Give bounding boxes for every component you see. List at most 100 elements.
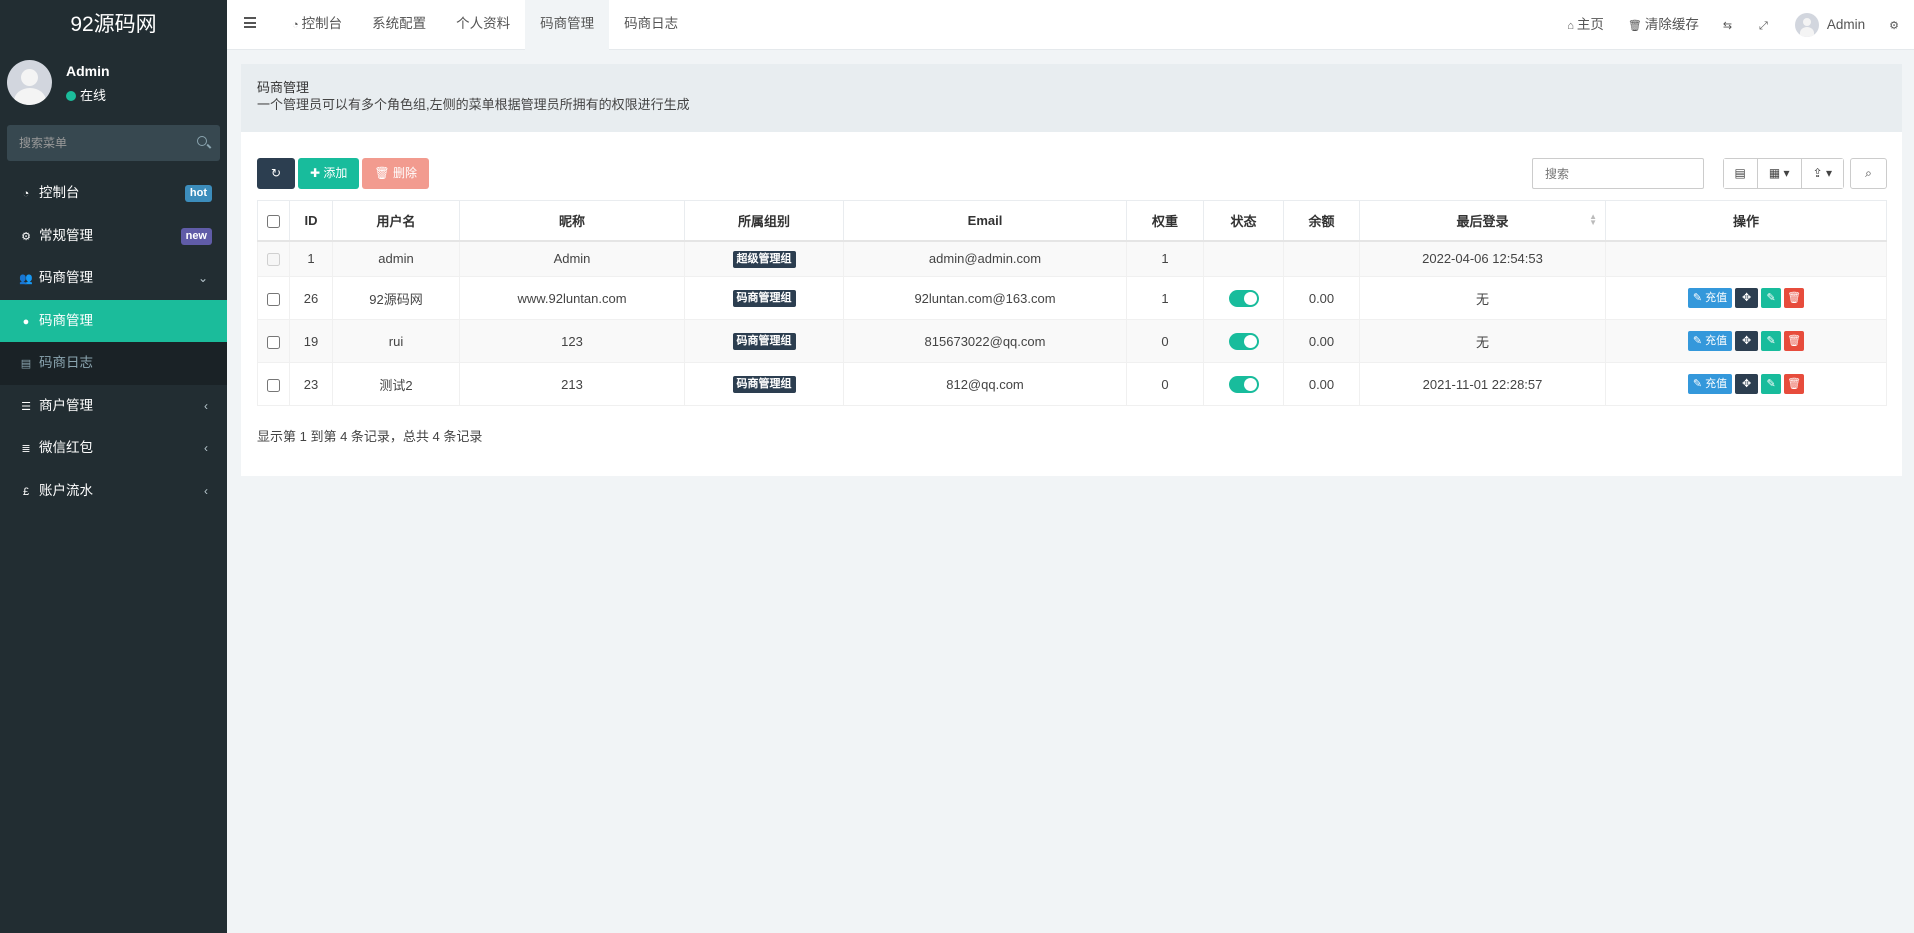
sidebar-item-dashboard[interactable]: ◔ 控制台 hot	[0, 172, 227, 215]
sidebar-item-merchant-manage[interactable]: ● 码商管理	[0, 299, 227, 342]
row-checkbox[interactable]	[267, 378, 280, 392]
delete-row-button[interactable]: 🗑	[1784, 331, 1805, 351]
select-all-checkbox[interactable]	[267, 214, 280, 228]
col-last-login[interactable]: 最后登录 ▲ ▼	[1359, 200, 1606, 242]
user-menu[interactable]: Admin	[1783, 0, 1877, 50]
status-toggle[interactable]	[1228, 375, 1259, 393]
home-icon: ⌂	[1567, 20, 1574, 32]
clear-cache-button[interactable]: 🗑 清除缓存	[1616, 0, 1711, 50]
col-id[interactable]: ID	[289, 200, 333, 242]
chevron-left-icon: ‹	[204, 441, 208, 455]
list-icon: ☰	[21, 400, 31, 413]
drag-button[interactable]: ✥	[1735, 288, 1759, 308]
sidebar-item-label: 控制台	[39, 185, 80, 200]
sidebar-item-general[interactable]: ⚙ 常规管理 new	[0, 215, 227, 258]
delete-row-button[interactable]: 🗑	[1784, 374, 1805, 394]
arrows-icon: ✥	[1742, 292, 1752, 304]
sidebar-search-input[interactable]	[7, 125, 220, 161]
tab-profile[interactable]: 个人资料	[441, 0, 525, 50]
cell-id: 23	[289, 362, 333, 406]
charge-icon: ✎	[1692, 292, 1706, 304]
col-balance[interactable]: 余额	[1283, 200, 1360, 242]
cell-weight: 1	[1126, 276, 1204, 320]
cell-weight: 0	[1126, 362, 1204, 406]
edit-button[interactable]: ✎	[1761, 331, 1782, 351]
charge-button[interactable]: ✎ 充值	[1687, 288, 1733, 308]
cell-nickname: Admin	[459, 240, 685, 277]
group-badge: 码商管理组	[732, 333, 796, 350]
search-icon: ⌕	[1865, 166, 1872, 180]
select-all-cell	[257, 200, 290, 242]
toggle-view-button[interactable]: ▤	[1723, 159, 1758, 188]
tab-dashboard[interactable]: ◔ 控制台	[277, 0, 357, 50]
search-icon[interactable]	[197, 136, 207, 146]
cell-status	[1203, 362, 1284, 406]
charge-button[interactable]: ✎ 充值	[1687, 374, 1733, 394]
page-title: 码商管理	[257, 80, 310, 95]
list-alt-icon: ▤	[20, 358, 32, 370]
tab-merchant-manage[interactable]: 码商管理	[525, 0, 610, 50]
sidebar-item-merchant-log[interactable]: ▤ 码商日志	[0, 342, 227, 385]
menu-toggle-icon[interactable]	[244, 17, 256, 28]
content-panel: 码商管理 一个管理员可以有多个角色组,左侧的菜单根据管理员所拥有的权限进行生成 …	[241, 64, 1902, 476]
chevron-down-icon: ⌄	[197, 271, 208, 285]
col-group[interactable]: 所属组别	[684, 200, 844, 242]
edit-button[interactable]: ✎	[1761, 288, 1782, 308]
col-email[interactable]: Email	[843, 200, 1127, 242]
search-button[interactable]: ⌕	[1850, 158, 1887, 189]
add-button[interactable]: ✚ 添加	[298, 158, 360, 189]
pencil-icon: ✎	[1766, 335, 1776, 347]
home-link[interactable]: ⌂ 主页	[1555, 0, 1616, 50]
delete-button[interactable]: 🗑 删除	[362, 158, 429, 189]
card-view-icon: ▤	[1734, 166, 1746, 180]
sort-icon[interactable]: ▲ ▼	[1589, 213, 1597, 227]
charge-icon: ✎	[1692, 378, 1706, 390]
cell-id: 26	[289, 276, 333, 320]
export-button[interactable]: ⇪ ▾	[1801, 159, 1843, 188]
clear-cache-label: 清除缓存	[1644, 17, 1699, 32]
user-icon: ●	[22, 315, 30, 328]
columns-button[interactable]: ▦ ▾	[1757, 159, 1802, 188]
online-dot-icon	[66, 91, 76, 101]
col-nickname[interactable]: 昵称	[459, 200, 685, 242]
trash-icon: 🗑	[1787, 292, 1802, 304]
fullscreen-icon: ⤢	[1759, 20, 1768, 32]
status-toggle[interactable]	[1228, 332, 1259, 350]
cell-status	[1203, 319, 1284, 363]
tab-system-config[interactable]: 系统配置	[357, 0, 441, 50]
col-weight[interactable]: 权重	[1126, 200, 1204, 242]
pagination-info: 显示第 1 到第 4 条记录，总共 4 条记录	[257, 429, 483, 444]
refresh-button[interactable]: ↻	[257, 158, 295, 189]
cell-email: 812@qq.com	[843, 362, 1127, 406]
hot-badge: hot	[184, 185, 212, 202]
status-toggle[interactable]	[1228, 289, 1259, 307]
sidebar-item-merchant-group[interactable]: 👥 码商管理 ⌄	[0, 257, 227, 300]
arrows-icon: ✥	[1742, 378, 1752, 390]
cell-last-login: 无	[1359, 319, 1606, 363]
cell-email: admin@admin.com	[843, 240, 1127, 277]
drag-button[interactable]: ✥	[1735, 374, 1759, 394]
cell-id: 1	[289, 240, 333, 277]
table-row: 26 92源码网 www.92luntan.com 码商管理组 92luntan…	[257, 276, 1887, 320]
tab-merchant-log[interactable]: 码商日志	[609, 0, 693, 50]
app-logo[interactable]: 92源码网	[0, 0, 227, 50]
fullscreen-button[interactable]: ⤢	[1747, 0, 1783, 50]
sidebar-item-account-flow[interactable]: £ 账户流水 ‹	[0, 470, 227, 513]
col-username[interactable]: 用户名	[332, 200, 460, 242]
dashboard-icon: ◔	[292, 19, 299, 31]
delete-row-button[interactable]: 🗑	[1784, 288, 1805, 308]
col-status[interactable]: 状态	[1203, 200, 1284, 242]
row-checkbox[interactable]	[267, 335, 280, 349]
table-search-input[interactable]	[1533, 159, 1703, 188]
language-button[interactable]: ⇆	[1711, 0, 1747, 50]
sidebar: 92源码网 Admin 在线 ◔ 控制台 hot ⚙ 常规管理 new 👥 码商管理 …	[0, 0, 227, 933]
sidebar-item-wechat-redpack[interactable]: ≣ 微信红包 ‹	[0, 427, 227, 470]
drag-button[interactable]: ✥	[1735, 331, 1759, 351]
row-checkbox[interactable]	[267, 292, 280, 306]
database-icon: ≣	[21, 443, 31, 455]
settings-button[interactable]: ⚙	[1877, 0, 1914, 50]
charge-button[interactable]: ✎ 充值	[1687, 331, 1733, 351]
edit-button[interactable]: ✎	[1761, 374, 1782, 394]
top-tabs: ◔ 控制台 系统配置 个人资料 码商管理 码商日志	[277, 0, 693, 50]
sidebar-item-shop-manage[interactable]: ☰ 商户管理 ‹	[0, 385, 227, 428]
